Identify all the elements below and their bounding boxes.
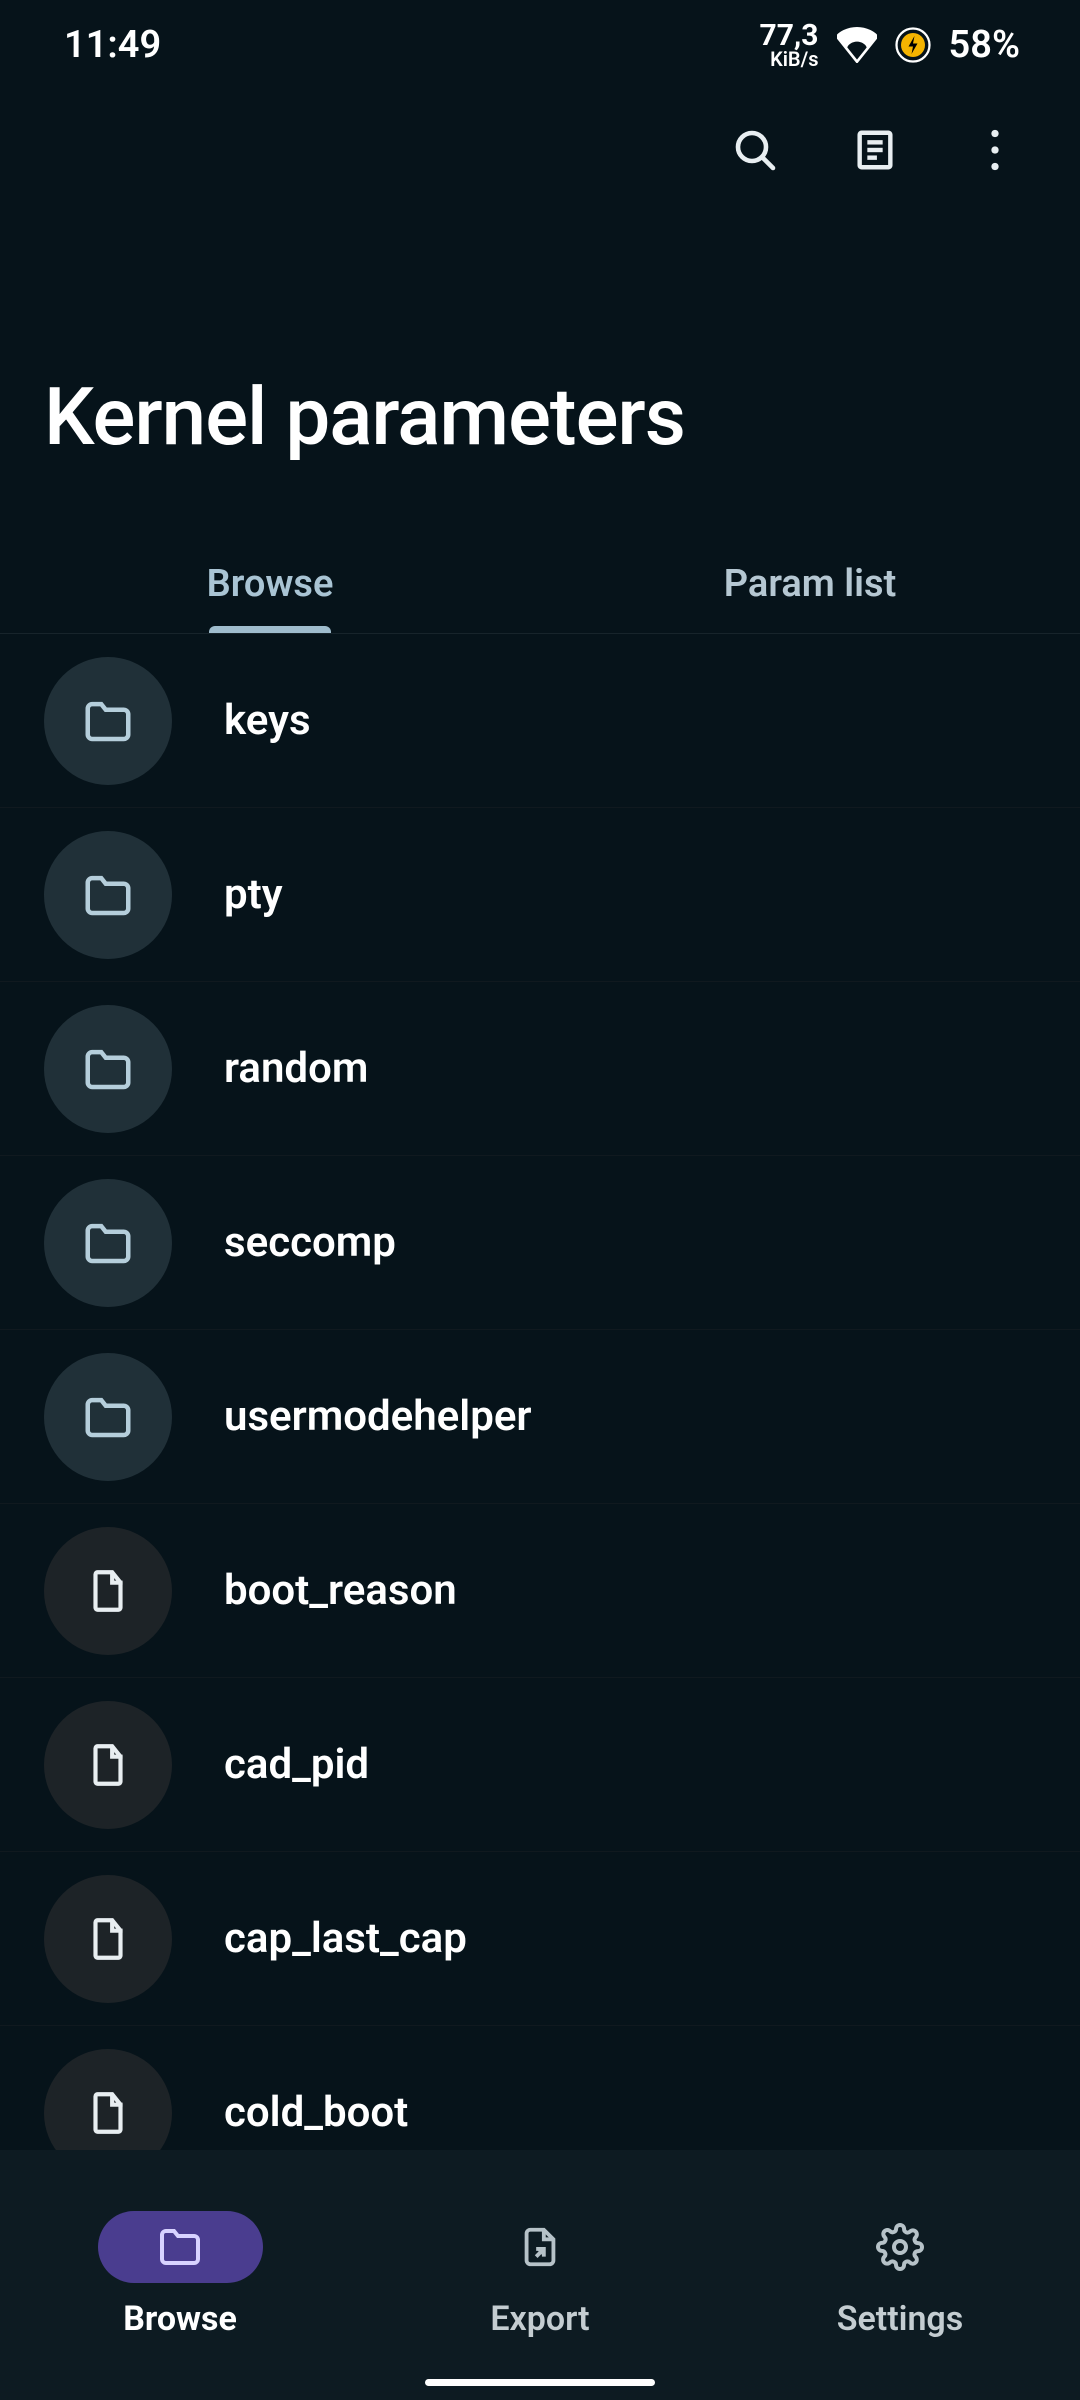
search-button[interactable] bbox=[730, 125, 780, 175]
folder-icon bbox=[44, 657, 172, 785]
item-list[interactable]: keys pty random seccomp usermodehelper boot_r… bbox=[0, 634, 1080, 2200]
file-icon bbox=[44, 1875, 172, 2003]
nav-browse[interactable]: Browse bbox=[0, 2150, 360, 2400]
folder-icon bbox=[44, 831, 172, 959]
home-indicator[interactable] bbox=[425, 2379, 655, 2386]
list-item[interactable]: boot_reason bbox=[0, 1504, 1080, 1678]
list-item[interactable]: seccomp bbox=[0, 1156, 1080, 1330]
tab-bar: Browse Param list bbox=[0, 534, 1080, 634]
bottom-nav: Browse Export Settings bbox=[0, 2150, 1080, 2400]
item-label: cap_last_cap bbox=[224, 1914, 467, 1963]
header: Kernel parameters bbox=[0, 210, 1080, 534]
nav-export[interactable]: Export bbox=[360, 2150, 720, 2400]
item-label: usermodehelper bbox=[224, 1392, 532, 1441]
folder-icon bbox=[44, 1005, 172, 1133]
list-item[interactable]: pty bbox=[0, 808, 1080, 982]
nav-export-label: Export bbox=[490, 2299, 589, 2339]
battery-saver-icon bbox=[895, 27, 931, 63]
notes-button[interactable] bbox=[850, 125, 900, 175]
tab-browse-label: Browse bbox=[207, 562, 334, 606]
status-right: 77,3 KiB/s 58% bbox=[760, 21, 1021, 69]
tab-browse[interactable]: Browse bbox=[0, 534, 540, 633]
list-item[interactable]: random bbox=[0, 982, 1080, 1156]
battery-percent: 58% bbox=[949, 23, 1020, 67]
tab-param-list[interactable]: Param list bbox=[540, 534, 1080, 633]
wifi-icon bbox=[837, 27, 877, 63]
status-time: 11:49 bbox=[64, 23, 161, 67]
nav-settings-label: Settings bbox=[837, 2299, 964, 2339]
more-button[interactable] bbox=[970, 125, 1020, 175]
notes-icon bbox=[852, 127, 898, 173]
gear-icon bbox=[876, 2223, 924, 2271]
export-icon bbox=[517, 2224, 563, 2270]
folder-icon bbox=[44, 1353, 172, 1481]
item-label: cad_pid bbox=[224, 1740, 369, 1789]
item-label: keys bbox=[224, 696, 311, 745]
network-speed: 77,3 KiB/s bbox=[760, 21, 819, 69]
file-icon bbox=[44, 1701, 172, 1829]
nav-browse-pill bbox=[98, 2211, 263, 2283]
toolbar bbox=[0, 90, 1080, 210]
nav-browse-label: Browse bbox=[123, 2299, 237, 2339]
item-label: cold_boot bbox=[224, 2088, 408, 2137]
list-item[interactable]: usermodehelper bbox=[0, 1330, 1080, 1504]
item-label: seccomp bbox=[224, 1218, 396, 1267]
more-vert-icon bbox=[990, 128, 1000, 172]
status-bar: 11:49 77,3 KiB/s 58% bbox=[0, 0, 1080, 90]
nav-export-pill bbox=[458, 2211, 623, 2283]
folder-icon bbox=[44, 1179, 172, 1307]
folder-icon bbox=[156, 2223, 204, 2271]
file-icon bbox=[44, 1527, 172, 1655]
search-icon bbox=[731, 126, 779, 174]
list-item[interactable]: cad_pid bbox=[0, 1678, 1080, 1852]
page-title: Kernel parameters bbox=[44, 370, 1036, 464]
item-label: pty bbox=[224, 870, 283, 919]
nav-settings-pill bbox=[818, 2211, 983, 2283]
list-item[interactable]: keys bbox=[0, 634, 1080, 808]
item-label: random bbox=[224, 1044, 368, 1093]
item-label: boot_reason bbox=[224, 1566, 457, 1615]
nav-settings[interactable]: Settings bbox=[720, 2150, 1080, 2400]
list-item[interactable]: cap_last_cap bbox=[0, 1852, 1080, 2026]
tab-param-list-label: Param list bbox=[724, 562, 897, 606]
